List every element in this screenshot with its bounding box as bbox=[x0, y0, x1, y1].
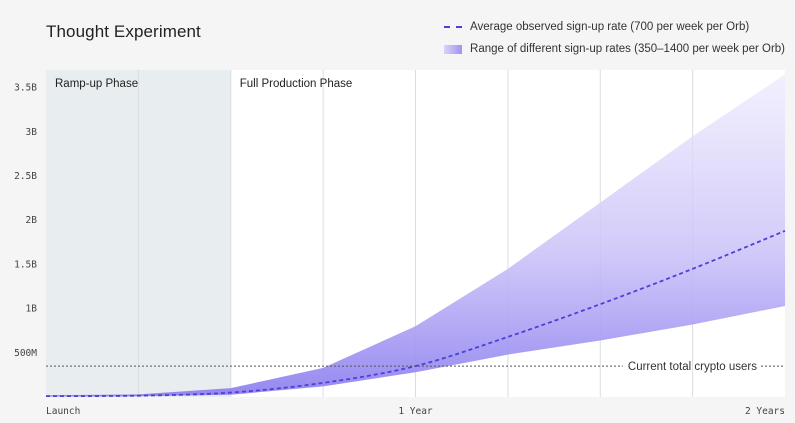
x-tick-label: 1 Year bbox=[398, 406, 433, 417]
reference-line-label: Current total crypto users bbox=[628, 361, 757, 373]
y-tick-label: 1.5B bbox=[14, 259, 37, 270]
x-tick-label: 2 Years bbox=[745, 406, 785, 417]
y-tick-label: 2.5B bbox=[14, 171, 37, 182]
y-tick-label: 3.5B bbox=[14, 83, 37, 94]
y-tick-label: 2B bbox=[26, 215, 38, 226]
phase-label-ramp-up: Ramp-up Phase bbox=[55, 78, 138, 90]
x-tick-label: Launch bbox=[46, 406, 80, 417]
phase-label-full-production: Full Production Phase bbox=[240, 78, 353, 90]
chart-canvas: Ramp-up Phase Full Production Phase Curren… bbox=[14, 70, 786, 417]
y-tick-label: 1B bbox=[26, 304, 38, 315]
y-tick-label: 500M bbox=[14, 348, 37, 359]
y-tick-label: 3B bbox=[26, 127, 38, 138]
